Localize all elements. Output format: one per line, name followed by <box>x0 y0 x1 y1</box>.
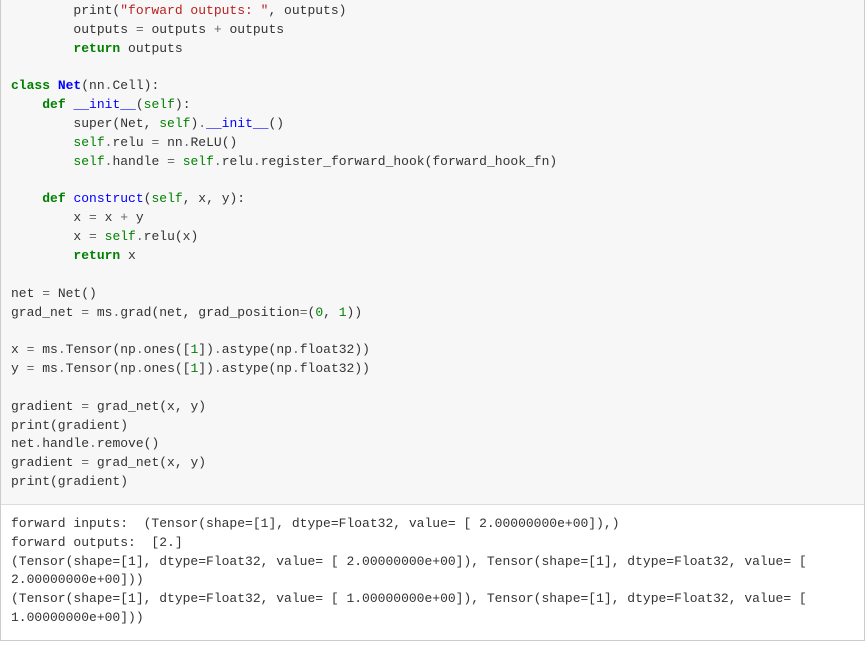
code-line: grad_net = ms.grad(net, grad_position=(0… <box>11 305 362 320</box>
code-line: net.handle.remove() <box>11 436 159 451</box>
notebook-cell: print("forward outputs: ", outputs) outp… <box>0 0 865 641</box>
code-line: print(gradient) <box>11 474 128 489</box>
code-line: net = Net() <box>11 286 97 301</box>
code-line: class Net(nn.Cell): <box>11 78 159 93</box>
code-line: def __init__(self): <box>11 97 191 112</box>
output-line: forward outputs: [2.] <box>11 535 183 550</box>
code-line: self.relu = nn.ReLU() <box>11 135 237 150</box>
output-line: (Tensor(shape=[1], dtype=Float32, value=… <box>11 591 815 625</box>
code-line: x = x + y <box>11 210 144 225</box>
code-line: outputs = outputs + outputs <box>11 22 284 37</box>
code-line: super(Net, self).__init__() <box>11 116 284 131</box>
code-line: gradient = grad_net(x, y) <box>11 455 206 470</box>
code-line: return x <box>11 248 136 263</box>
code-line: self.handle = self.relu.register_forward… <box>11 154 557 169</box>
output-line: forward inputs: (Tensor(shape=[1], dtype… <box>11 516 620 531</box>
code-output: forward inputs: (Tensor(shape=[1], dtype… <box>1 505 864 640</box>
code-line: gradient = grad_net(x, y) <box>11 399 206 414</box>
code-input: print("forward outputs: ", outputs) outp… <box>1 0 864 505</box>
code-line: return outputs <box>11 41 183 56</box>
code-line: print("forward outputs: ", outputs) <box>11 3 346 18</box>
code-line: print(gradient) <box>11 418 128 433</box>
code-line: x = self.relu(x) <box>11 229 198 244</box>
code-line: x = ms.Tensor(np.ones([1]).astype(np.flo… <box>11 342 370 357</box>
output-line: (Tensor(shape=[1], dtype=Float32, value=… <box>11 554 815 588</box>
code-line: def construct(self, x, y): <box>11 191 245 206</box>
code-line: y = ms.Tensor(np.ones([1]).astype(np.flo… <box>11 361 370 376</box>
